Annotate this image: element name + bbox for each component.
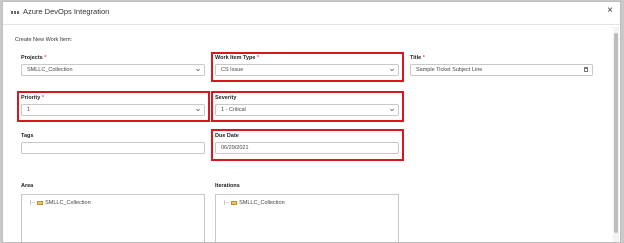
dialog-titlebar: Azure DevOps Integration × bbox=[3, 2, 620, 25]
iterations-label: Iterations bbox=[215, 183, 240, 189]
title-input[interactable]: Sample Ticket Subject Line bbox=[410, 64, 593, 76]
form-heading: Create New Work Item: bbox=[15, 37, 73, 43]
area-label: Area bbox=[21, 183, 34, 189]
projects-label: Projects * bbox=[21, 55, 47, 61]
tree-node[interactable]: |-- SMLLC_Collection bbox=[30, 200, 91, 206]
tags-field: Tags bbox=[21, 133, 205, 155]
projects-field: Projects * SMLLC_Collection bbox=[21, 55, 205, 77]
close-icon[interactable]: × bbox=[607, 6, 613, 16]
scrollbar-thumb[interactable] bbox=[614, 33, 618, 233]
tags-label: Tags bbox=[21, 133, 34, 139]
area-field: Area |-- SMLLC_Collection bbox=[21, 183, 205, 242]
tags-input[interactable] bbox=[21, 142, 205, 154]
severity-highlight bbox=[211, 91, 404, 122]
dialog-title: Azure DevOps Integration bbox=[23, 7, 110, 16]
area-tree[interactable]: |-- SMLLC_Collection bbox=[21, 194, 205, 242]
app-icon bbox=[11, 11, 20, 14]
title-label: Title * bbox=[410, 55, 425, 61]
priority-highlight bbox=[17, 91, 210, 122]
projects-value: SMLLC_Collection bbox=[27, 67, 73, 73]
azure-devops-dialog: Azure DevOps Integration × Create New Wo… bbox=[2, 1, 621, 243]
folder-icon bbox=[231, 200, 238, 205]
folder-icon bbox=[37, 200, 44, 205]
iterations-field: Iterations |-- SMLLC_Collection bbox=[215, 183, 399, 242]
text-field-icon bbox=[584, 67, 588, 72]
due-date-highlight bbox=[211, 129, 404, 161]
vertical-scrollbar[interactable] bbox=[613, 27, 619, 242]
projects-select[interactable]: SMLLC_Collection bbox=[21, 64, 205, 76]
work-item-type-highlight bbox=[211, 52, 404, 82]
chevron-down-icon bbox=[196, 68, 200, 72]
iterations-tree[interactable]: |-- SMLLC_Collection bbox=[215, 194, 399, 242]
title-field: Title * Sample Ticket Subject Line bbox=[410, 55, 593, 77]
tree-node[interactable]: |-- SMLLC_Collection bbox=[224, 200, 285, 206]
title-value: Sample Ticket Subject Line bbox=[416, 67, 483, 73]
